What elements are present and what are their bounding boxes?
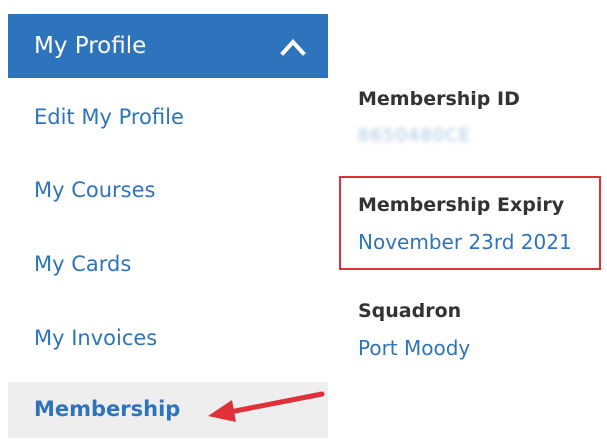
membership-expiry-field: Membership Expiry November 23rd 2021 <box>358 192 607 262</box>
membership-expiry-value: November 23rd 2021 <box>358 230 572 254</box>
squadron-value: Port Moody <box>358 336 471 360</box>
sidebar-header-my-profile[interactable]: My Profile <box>8 14 328 78</box>
sidebar-item-label: My Courses <box>34 178 156 202</box>
membership-id-field: Membership ID 8650480CE <box>358 86 607 156</box>
sidebar-item-label: My Cards <box>34 252 132 276</box>
profile-sidebar: My Profile Edit My Profile My Courses My… <box>8 14 328 440</box>
sidebar-item-my-courses[interactable]: My Courses <box>8 163 328 219</box>
chevron-up-icon <box>280 39 306 56</box>
membership-expiry-label: Membership Expiry <box>358 194 565 216</box>
sidebar-item-edit-my-profile[interactable]: Edit My Profile <box>8 90 328 146</box>
sidebar-item-label: Edit My Profile <box>34 105 184 129</box>
profile-page: My Profile Edit My Profile My Courses My… <box>0 0 607 440</box>
squadron-label: Squadron <box>358 300 462 322</box>
annotation-arrow <box>208 391 325 422</box>
membership-id-label: Membership ID <box>358 88 520 110</box>
squadron-field: Squadron Port Moody <box>358 298 607 368</box>
sidebar-item-label: My Invoices <box>34 326 158 350</box>
sidebar-item-label: Membership <box>34 397 181 421</box>
membership-id-value: 8650480CE <box>358 125 472 146</box>
sidebar-item-my-cards[interactable]: My Cards <box>8 237 328 293</box>
sidebar-header-label: My Profile <box>34 33 147 59</box>
sidebar-item-my-invoices[interactable]: My Invoices <box>8 311 328 367</box>
